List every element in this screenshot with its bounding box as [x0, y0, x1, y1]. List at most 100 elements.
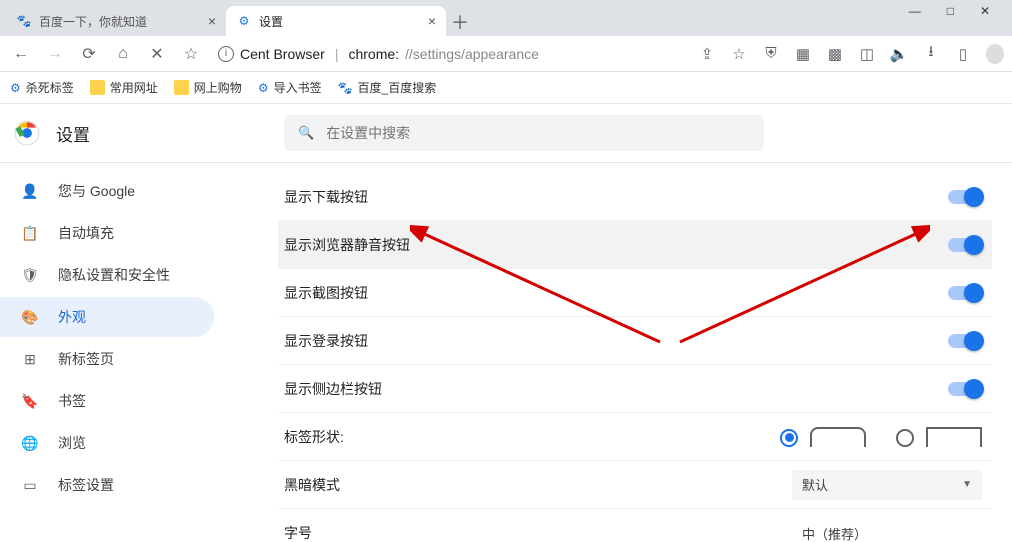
settings-search[interactable]: 🔍 — [284, 115, 764, 151]
sidebar-item-tab-settings[interactable]: ▭标签设置 — [0, 465, 214, 505]
page-title: 设置 — [56, 121, 90, 146]
bookmark-item[interactable]: ⚙导入书签 — [258, 79, 322, 96]
tab-label: 设置 — [259, 13, 421, 30]
star-button[interactable]: ☆ — [178, 41, 204, 67]
mute-icon[interactable]: 🔈 — [890, 45, 908, 63]
radio-icon — [896, 429, 914, 447]
toggle-switch[interactable] — [948, 190, 982, 204]
tab-shape-round-icon — [810, 427, 866, 447]
crop-icon[interactable]: ◫ — [858, 45, 876, 63]
url-scheme: chrome: — [348, 46, 399, 62]
tab-shape-option-square[interactable] — [896, 427, 982, 447]
sidebar-item-privacy[interactable]: 🛡隐私设置和安全性 — [0, 255, 214, 295]
forward-button[interactable]: → — [42, 41, 68, 67]
close-icon[interactable]: × — [428, 13, 436, 29]
url-path: //settings/appearance — [405, 46, 539, 62]
setting-row-mute-button: 显示浏览器静音按钮 — [278, 221, 992, 269]
window-close[interactable]: ✕ — [980, 4, 990, 20]
bookmark-item[interactable]: ⚙杀死标签 — [10, 79, 74, 96]
setting-label: 显示登录按钮 — [284, 331, 948, 351]
palette-icon: 🎨 — [20, 309, 40, 326]
shield-icon: 🛡 — [20, 267, 40, 284]
paw-icon: 🐾 — [338, 81, 353, 95]
bookmark-item[interactable]: 网上购物 — [174, 79, 242, 96]
avatar[interactable] — [986, 44, 1004, 64]
shield-icon[interactable]: ⛨ — [762, 45, 780, 62]
toggle-switch[interactable] — [948, 382, 982, 396]
setting-row-font-size: 字号 中（推荐） — [278, 509, 992, 542]
sidebar-item-you-and-google[interactable]: 👤您与 Google — [0, 171, 214, 211]
setting-label: 标签形状: — [284, 427, 780, 447]
window-minimize[interactable]: — — [909, 4, 921, 20]
tab-label: 百度一下，你就知道 — [39, 13, 201, 30]
bookmarks-bar: ⚙杀死标签 常用网址 网上购物 ⚙导入书签 🐾百度_百度搜索 — [0, 72, 1012, 104]
extension-icon[interactable]: ▦ — [794, 45, 812, 63]
tab-settings[interactable]: ⚙ 设置 × — [226, 6, 446, 36]
folder-icon — [174, 80, 189, 95]
download-icon[interactable]: ⭳ — [922, 41, 940, 66]
dark-mode-dropdown[interactable]: 默认 ▼ — [792, 470, 982, 500]
bookmark-icon: 🔖 — [20, 393, 40, 410]
dropdown-value: 中（推荐） — [802, 524, 867, 542]
setting-label: 显示下载按钮 — [284, 187, 948, 207]
toggle-switch[interactable] — [948, 238, 982, 252]
setting-row-dark-mode: 黑暗模式 默认 ▼ — [278, 461, 992, 509]
setting-row-download-button: 显示下载按钮 — [278, 173, 992, 221]
gear-icon: ⚙ — [10, 81, 21, 95]
radio-checked-icon — [780, 429, 798, 447]
share-icon[interactable]: ⇪ — [698, 45, 716, 63]
qr-icon[interactable]: ▩ — [826, 45, 844, 63]
tab-icon: ▭ — [20, 477, 40, 494]
bookmark-icon[interactable]: ☆ — [730, 45, 748, 63]
search-icon: 🔍 — [298, 125, 314, 141]
autofill-icon: 📋 — [20, 225, 40, 242]
setting-row-screenshot-button: 显示截图按钮 — [278, 269, 992, 317]
search-input[interactable] — [326, 125, 750, 141]
address-bar[interactable]: i Cent Browser | chrome://settings/appea… — [212, 40, 690, 68]
window-maximize[interactable]: □ — [947, 4, 954, 20]
settings-content: 显示下载按钮 显示浏览器静音按钮 显示截图按钮 显示登录按钮 显示侧边栏按钮 标… — [228, 163, 1012, 542]
tab-shape-control — [780, 427, 982, 447]
site-label: Cent Browser — [240, 46, 325, 62]
back-button[interactable]: ← — [8, 41, 34, 67]
toggle-switch[interactable] — [948, 286, 982, 300]
bookmark-item[interactable]: 🐾百度_百度搜索 — [338, 79, 437, 96]
stop-button[interactable]: ✕ — [144, 41, 170, 67]
site-info-icon[interactable]: i — [218, 46, 234, 62]
setting-row-tab-shape: 标签形状: — [278, 413, 992, 461]
settings-sidebar: 👤您与 Google 📋自动填充 🛡隐私设置和安全性 🎨外观 ⊞新标签页 🔖书签… — [0, 163, 228, 542]
chevron-down-icon: ▼ — [962, 479, 972, 490]
folder-icon — [90, 80, 105, 95]
gear-icon: ⚙ — [236, 13, 252, 29]
toggle-switch[interactable] — [948, 334, 982, 348]
sidebar-item-newtab[interactable]: ⊞新标签页 — [0, 339, 214, 379]
setting-row-sidebar-button: 显示侧边栏按钮 — [278, 365, 992, 413]
sidebar-item-browsing[interactable]: 🌐浏览 — [0, 423, 214, 463]
dropdown-value: 默认 — [802, 475, 828, 494]
bookmark-item[interactable]: 常用网址 — [90, 79, 158, 96]
reload-button[interactable]: ⟳ — [76, 41, 102, 67]
tab-baidu[interactable]: 🐾 百度一下，你就知道 × — [6, 6, 226, 36]
close-icon[interactable]: × — [208, 13, 216, 29]
paw-icon: 🐾 — [16, 13, 32, 29]
sidebar-icon[interactable]: ▯ — [954, 45, 972, 63]
tab-shape-option-round[interactable] — [780, 427, 866, 447]
home-button[interactable]: ⌂ — [110, 41, 136, 67]
settings-body: 👤您与 Google 📋自动填充 🛡隐私设置和安全性 🎨外观 ⊞新标签页 🔖书签… — [0, 162, 1012, 542]
globe-icon: 🌐 — [20, 435, 40, 452]
window-controls: — □ ✕ — [909, 0, 1012, 20]
setting-label: 显示截图按钮 — [284, 283, 948, 303]
tab-strip: 🐾 百度一下，你就知道 × ⚙ 设置 × ＋ — [0, 0, 1012, 36]
sidebar-item-appearance[interactable]: 🎨外观 — [0, 297, 214, 337]
tab-shape-square-icon — [926, 427, 982, 447]
sidebar-item-autofill[interactable]: 📋自动填充 — [0, 213, 214, 253]
sidebar-item-bookmarks[interactable]: 🔖书签 — [0, 381, 214, 421]
setting-label: 显示浏览器静音按钮 — [284, 235, 948, 255]
toolbar-actions: ⇪ ☆ ⛨ ▦ ▩ ◫ 🔈 ⭳ ▯ — [698, 41, 1004, 66]
setting-row-login-button: 显示登录按钮 — [278, 317, 992, 365]
setting-label: 黑暗模式 — [284, 475, 792, 495]
setting-label: 字号 — [284, 523, 792, 542]
font-size-dropdown[interactable]: 中（推荐） — [792, 518, 982, 542]
plus-box-icon: ⊞ — [20, 351, 40, 368]
new-tab-button[interactable]: ＋ — [446, 8, 474, 36]
